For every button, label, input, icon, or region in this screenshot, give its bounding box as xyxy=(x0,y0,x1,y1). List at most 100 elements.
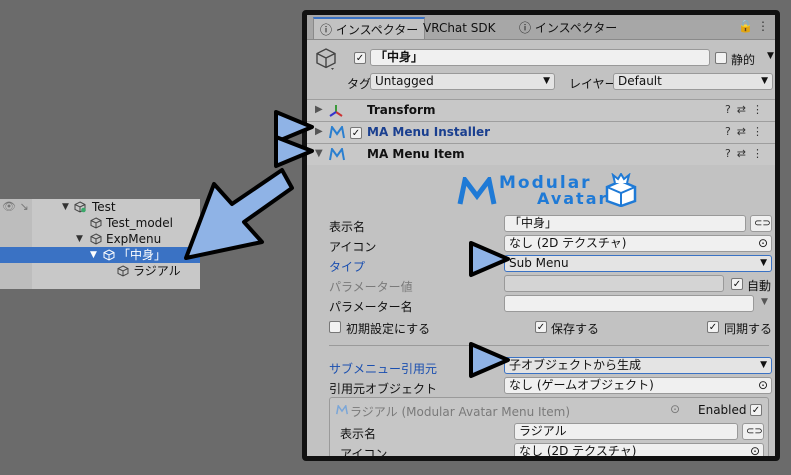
layer-value: Default xyxy=(618,74,662,88)
source-object-label: 引用元オブジェクト xyxy=(329,382,438,396)
type-dropdown[interactable]: Sub Menu ▼ xyxy=(504,255,772,272)
tag-value: Untagged xyxy=(375,74,434,88)
gameobject-cube-icon[interactable] xyxy=(315,47,337,71)
nested-title: ラジアル (Modular Avatar Menu Item) xyxy=(350,405,571,419)
chevron-down-icon: ▼ xyxy=(543,76,550,86)
inspector-tabbar: ⓘ インスペクター VRChat SDK ⓘ インスペクター 🔒 ⋮ xyxy=(307,15,775,40)
lock-icon[interactable]: 🔒 ⋮ xyxy=(738,19,769,33)
fold-arrow-icon[interactable]: ▼ xyxy=(90,247,97,263)
transform-axes-icon xyxy=(329,105,343,117)
tab-vrchat-sdk[interactable]: VRChat SDK xyxy=(417,17,502,39)
active-checkbox[interactable]: ✓ xyxy=(354,52,366,64)
info-icon: ⓘ xyxy=(320,23,336,37)
section-divider xyxy=(329,345,769,346)
link-icon[interactable]: ⊂⊃ xyxy=(750,215,772,232)
layer-label: レイヤー xyxy=(569,77,617,91)
cube-icon xyxy=(90,233,102,245)
object-picker-icon[interactable]: ⊙ xyxy=(670,402,680,416)
tab-label: インスペクター xyxy=(335,23,419,37)
object-picker-icon[interactable]: ⊙ xyxy=(758,378,768,393)
param-value-label: パラメーター値 xyxy=(329,280,413,294)
initial-checkbox[interactable] xyxy=(329,321,341,333)
hierarchy-item-label: 「中身」 xyxy=(118,248,167,262)
component-menu-icons[interactable]: ?⇄⋮ xyxy=(725,125,769,138)
auto-label: 自動 xyxy=(747,279,772,293)
icon-field[interactable]: なし (2D テクスチャ) ⊙ xyxy=(504,235,772,252)
prefab-cube-icon xyxy=(74,201,86,213)
modular-avatar-logo: Modular Avatar xyxy=(457,171,647,211)
chevron-down-icon[interactable]: ▼ xyxy=(761,297,768,307)
sync-label: 同期する xyxy=(724,322,773,336)
tab-label: インスペクター xyxy=(534,21,618,35)
initial-label: 初期設定にする xyxy=(346,322,431,336)
cube-icon xyxy=(90,217,102,229)
type-label: タイプ xyxy=(329,260,366,274)
source-object-field[interactable]: なし (ゲームオブジェクト) ⊙ xyxy=(504,377,772,394)
modular-avatar-icon xyxy=(329,148,345,161)
hierarchy-item-test-model[interactable]: Test_model xyxy=(0,215,200,231)
logo-box-icon xyxy=(605,173,637,207)
inspector-panel: ⓘ インスペクター VRChat SDK ⓘ インスペクター 🔒 ⋮ ✓ 「中身… xyxy=(302,10,780,461)
cube-icon xyxy=(117,265,129,277)
tab-label: VRChat SDK xyxy=(423,21,496,35)
nested-display-name-field[interactable]: ラジアル xyxy=(514,423,738,440)
hierarchy-item-label: Test xyxy=(92,200,116,214)
component-header-menu-installer[interactable]: ▶ ✓ MA Menu Installer ?⇄⋮ xyxy=(307,121,775,143)
chevron-down-icon: ▼ xyxy=(760,258,767,268)
fold-arrow-icon[interactable]: ▼ xyxy=(315,148,323,159)
hierarchy-item-label: Test_model xyxy=(106,216,173,230)
save-checkbox[interactable]: ✓ xyxy=(535,321,547,333)
hierarchy-item-expmenu[interactable]: ▼ ExpMenu xyxy=(0,231,200,247)
component-header-transform[interactable]: ▶ Transform ?⇄⋮ xyxy=(307,99,775,121)
tag-dropdown[interactable]: Untagged ▼ xyxy=(370,73,555,90)
nested-icon-value: なし (2D テクスチャ) xyxy=(519,444,637,458)
param-name-label: パラメーター名 xyxy=(329,300,413,314)
fold-arrow-icon[interactable]: ▼ xyxy=(62,199,69,215)
modular-avatar-icon xyxy=(329,126,345,139)
type-value: Sub Menu xyxy=(509,256,569,270)
hierarchy-item-label: ExpMenu xyxy=(106,232,162,246)
logo-m-icon xyxy=(457,177,497,205)
save-label: 保存する xyxy=(551,322,600,336)
component-enabled-checkbox[interactable]: ✓ xyxy=(350,127,362,139)
hierarchy-item-test[interactable]: ▼ Test xyxy=(0,199,200,215)
nested-icon-field[interactable]: なし (2D テクスチャ) ⊙ xyxy=(514,443,764,458)
component-menu-icons[interactable]: ?⇄⋮ xyxy=(725,147,769,160)
component-title: MA Menu Installer xyxy=(367,125,491,139)
chevron-down-icon: ▼ xyxy=(760,360,767,370)
param-name-field[interactable] xyxy=(504,295,754,312)
static-dropdown-arrow-icon[interactable]: ▼ xyxy=(767,51,774,61)
object-name-field[interactable]: 「中身」 xyxy=(370,49,710,66)
fold-arrow-icon[interactable]: ▶ xyxy=(315,104,323,115)
component-menu-icons[interactable]: ?⇄⋮ xyxy=(725,103,769,116)
hierarchy-item-radial[interactable]: ラジアル xyxy=(0,263,200,279)
sync-checkbox[interactable]: ✓ xyxy=(707,321,719,333)
link-icon[interactable]: ⊂⊃ xyxy=(742,423,764,440)
object-picker-icon[interactable]: ⊙ xyxy=(758,236,768,251)
static-checkbox[interactable] xyxy=(715,52,727,64)
submenu-source-dropdown[interactable]: 子オブジェクトから生成 ▼ xyxy=(504,357,772,374)
auto-checkbox[interactable]: ✓ xyxy=(731,278,743,290)
submenu-source-label: サブメニュー引用元 xyxy=(329,362,438,376)
icon-value: なし (2D テクスチャ) xyxy=(509,236,627,250)
hierarchy-item-label: ラジアル xyxy=(133,264,181,278)
component-header-menu-item[interactable]: ▼ MA Menu Item ?⇄⋮ xyxy=(307,143,775,165)
nested-display-name-label: 表示名 xyxy=(340,427,377,441)
enabled-checkbox[interactable]: ✓ xyxy=(750,404,762,416)
param-value-field xyxy=(504,275,724,292)
hierarchy-item-nakami[interactable]: ▼ 「中身」 xyxy=(0,247,200,263)
diagonal-annotation-arrow xyxy=(184,168,294,260)
component-title: Transform xyxy=(367,103,436,117)
fold-arrow-icon[interactable]: ▼ xyxy=(76,231,83,247)
icon-label: アイコン xyxy=(329,240,377,254)
display-name-label: 表示名 xyxy=(329,220,366,234)
fold-arrow-icon[interactable]: ▶ xyxy=(315,126,323,137)
source-object-value: なし (ゲームオブジェクト) xyxy=(509,378,654,392)
object-picker-icon[interactable]: ⊙ xyxy=(750,444,760,456)
display-name-field[interactable]: 「中身」 xyxy=(504,215,746,232)
hierarchy-panel: 👁 ↘ ▼ Test Test_model ▼ ExpMenu ▼ 「中身」 ラ… xyxy=(0,199,200,289)
tab-inspector-2[interactable]: ⓘ インスペクター xyxy=(513,17,623,39)
tab-inspector[interactable]: ⓘ インスペクター xyxy=(313,17,426,39)
layer-dropdown[interactable]: Default ▼ xyxy=(613,73,773,90)
chevron-down-icon: ▼ xyxy=(761,76,768,86)
